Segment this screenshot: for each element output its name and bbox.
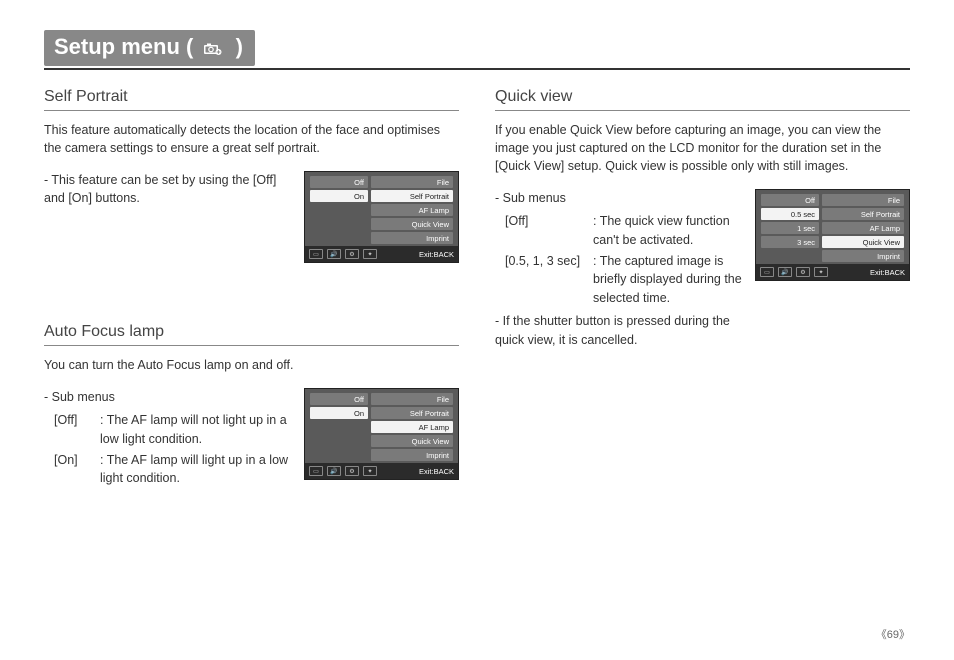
right-column: Quick view If you enable Quick View befo… [495, 84, 910, 512]
exit-back-label: Exit:BACK [419, 250, 454, 259]
section-head-quick-view: Quick view [495, 88, 910, 111]
sound-icon: 🔊 [327, 466, 341, 476]
menu-left-item: Off [761, 194, 819, 206]
menu-right-item: File [822, 194, 904, 206]
setup-icon: ⚙ [796, 267, 810, 277]
menu-left-item [310, 204, 368, 216]
quick-view-intro: If you enable Quick View before capturin… [495, 121, 910, 175]
setup-icon: ⚙ [345, 466, 359, 476]
menu-left-item: On [310, 190, 368, 202]
menu-left-item: 0.5 sec [761, 208, 819, 220]
menu-left-item: 1 sec [761, 222, 819, 234]
sub-menus-label: - Sub menus [495, 189, 745, 208]
camera-gear-icon [203, 36, 223, 62]
display-icon: ▭ [309, 466, 323, 476]
menu-right-item: Imprint [822, 250, 904, 262]
setup-icon: ⚙ [345, 249, 359, 259]
section-head-af-lamp: Auto Focus lamp [44, 323, 459, 346]
af-def-off: [Off] : The AF lamp will not light up in… [44, 411, 294, 449]
menu-right-item: Self Portrait [822, 208, 904, 220]
section-head-self-portrait: Self Portrait [44, 88, 459, 111]
menu-left-item [310, 232, 368, 244]
menu-right-item: AF Lamp [371, 421, 453, 433]
menu-right-item: File [371, 393, 453, 405]
menu-right-item: Quick View [371, 435, 453, 447]
menu-right-item: Imprint [371, 449, 453, 461]
lcd-screenshot-quick-view: Off 0.5 sec 1 sec 3 sec File Self Portrait AF… [755, 189, 910, 281]
menu-right-item: File [371, 176, 453, 188]
menu-left-item: 3 sec [761, 236, 819, 248]
sound-icon: 🔊 [778, 267, 792, 277]
af-def-on: [On] : The AF lamp will light up in a lo… [44, 451, 294, 489]
menu-right-item: Quick View [822, 236, 904, 248]
exit-back-label: Exit:BACK [870, 268, 905, 277]
sub-menus-label: - Sub menus [44, 388, 294, 407]
menu-right-item: Self Portrait [371, 407, 453, 419]
tool-icon: ✦ [363, 249, 377, 259]
sound-icon: 🔊 [327, 249, 341, 259]
menu-left-item [761, 250, 819, 262]
menu-left-item [310, 218, 368, 230]
menu-left-item: On [310, 407, 368, 419]
title-bar: Setup menu ( ) [44, 30, 910, 70]
menu-left-item [310, 421, 368, 433]
left-column: Self Portrait This feature automatically… [44, 84, 459, 512]
af-lamp-intro: You can turn the Auto Focus lamp on and … [44, 356, 459, 374]
quick-view-after-note: - If the shutter button is pressed durin… [495, 312, 745, 350]
menu-left-item [310, 449, 368, 461]
title-prefix: Setup menu ( [54, 34, 193, 59]
self-portrait-note: - This feature can be set by using the [… [44, 171, 294, 207]
tool-icon: ✦ [814, 267, 828, 277]
display-icon: ▭ [760, 267, 774, 277]
menu-left-item: Off [310, 176, 368, 188]
menu-right-item: AF Lamp [371, 204, 453, 216]
lcd-screenshot-self-portrait: Off On File Self Portrait AF Lamp Quick View… [304, 171, 459, 263]
menu-left-item: Off [310, 393, 368, 405]
title-suffix: ) [236, 34, 243, 59]
page-number: 《69》 [876, 626, 910, 642]
qv-def-times: [0.5, 1, 3 sec] : The captured image is … [495, 252, 745, 308]
lcd-screenshot-af-lamp: Off On File Self Portrait AF Lamp Quick View… [304, 388, 459, 480]
self-portrait-intro: This feature automatically detects the l… [44, 121, 459, 157]
menu-right-item: Self Portrait [371, 190, 453, 202]
display-icon: ▭ [309, 249, 323, 259]
qv-def-off: [Off] : The quick view function can't be… [495, 212, 745, 250]
menu-right-item: Imprint [371, 232, 453, 244]
exit-back-label: Exit:BACK [419, 467, 454, 476]
menu-right-item: AF Lamp [822, 222, 904, 234]
tool-icon: ✦ [363, 466, 377, 476]
menu-left-item [310, 435, 368, 447]
page-title: Setup menu ( ) [44, 30, 255, 66]
menu-right-item: Quick View [371, 218, 453, 230]
